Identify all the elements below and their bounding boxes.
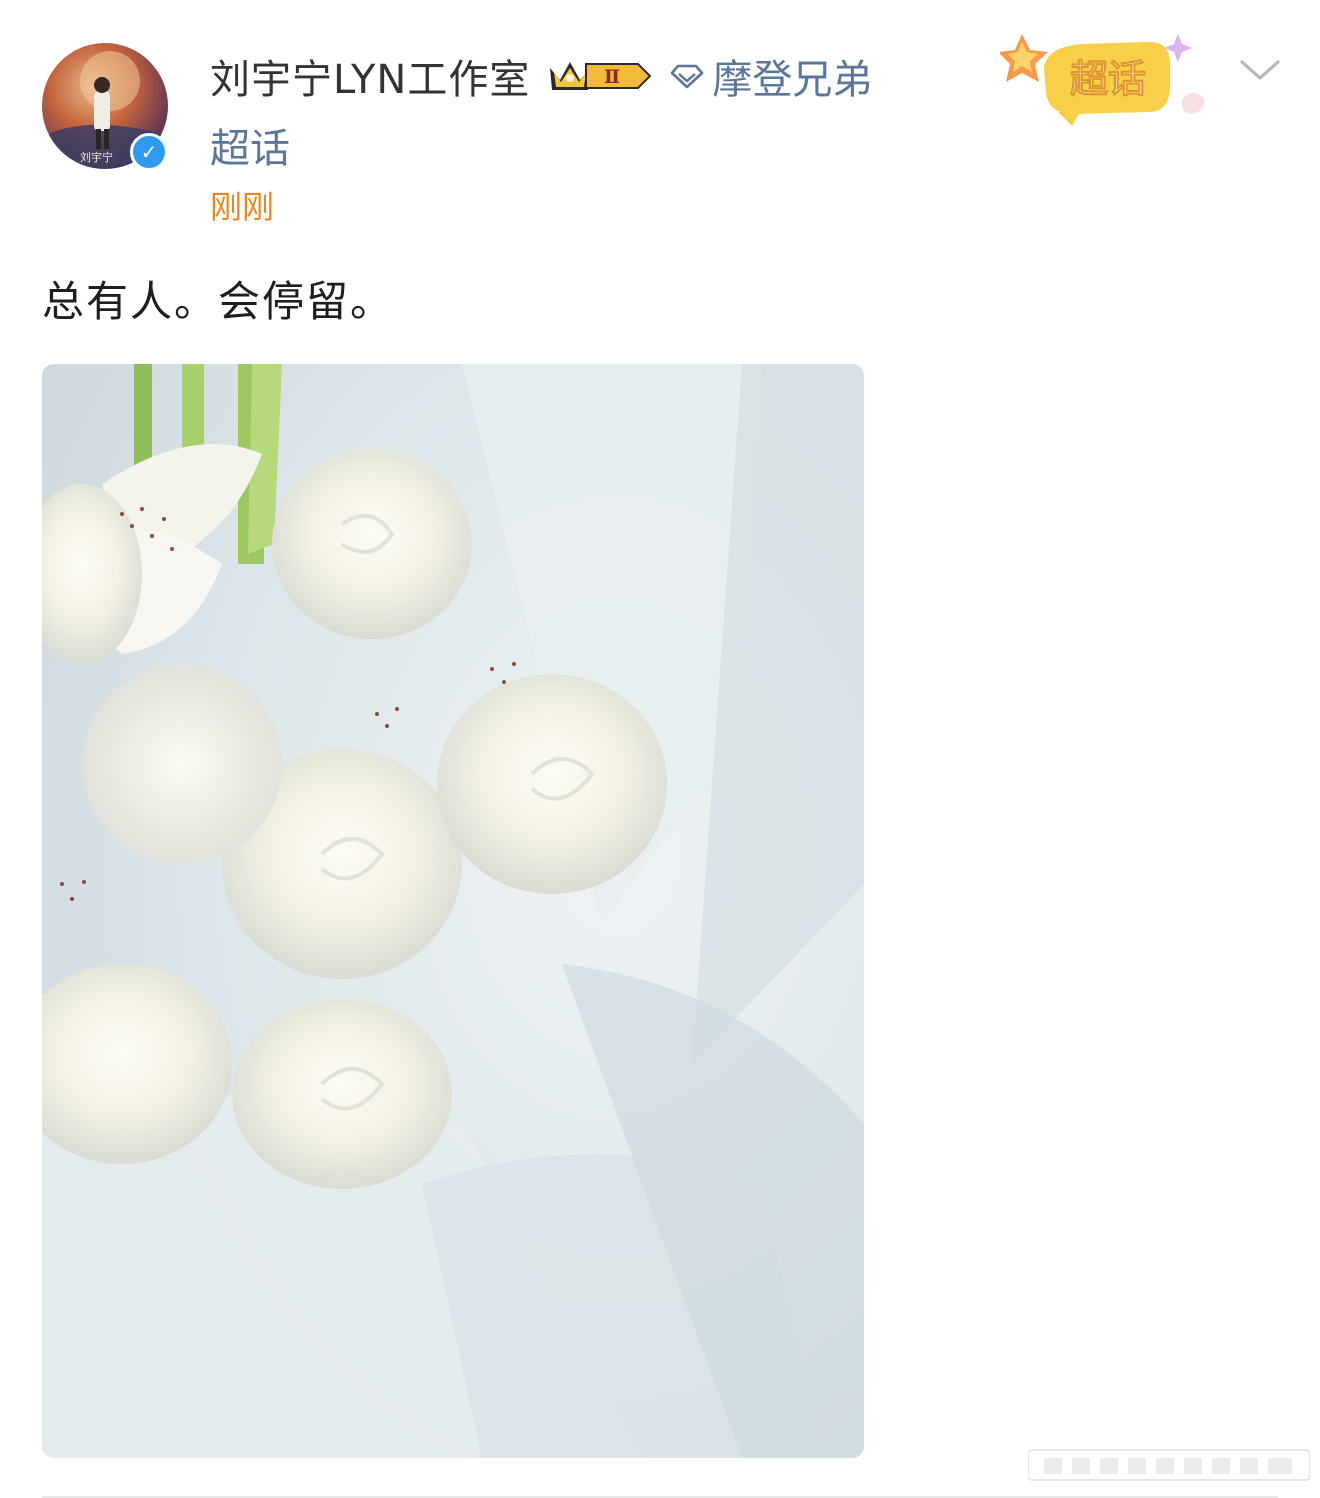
fan-topic-label: 摩登兄弟: [712, 57, 873, 103]
post-header: 刘宇宁LYN工作室 Ⅱ 摩登兄弟: [210, 48, 872, 104]
fan-topic-suffix[interactable]: 超话: [210, 116, 290, 174]
chaohua-sticker-icon[interactable]: 超话: [1000, 28, 1212, 128]
diamond-icon: [671, 64, 704, 89]
chevron-down-icon[interactable]: [1238, 56, 1282, 84]
fan-topic-link[interactable]: 摩登兄弟: [670, 47, 872, 105]
crown-level-badge-icon[interactable]: Ⅱ: [542, 54, 654, 98]
post-timestamp: 刚刚: [210, 188, 275, 226]
post-image[interactable]: [42, 364, 864, 1458]
watermark-icon: [1028, 1449, 1310, 1481]
bouquet-photo: [42, 364, 864, 1458]
verified-badge-icon: ✓: [130, 133, 168, 171]
avatar-caption: 刘宇宁: [80, 150, 113, 164]
author-name[interactable]: 刘宇宁LYN工作室: [210, 47, 530, 105]
sticker-label: 超话: [1070, 57, 1146, 101]
level-badge-text: Ⅱ: [604, 66, 620, 88]
post-text: 总有人。会停留。: [42, 277, 395, 326]
